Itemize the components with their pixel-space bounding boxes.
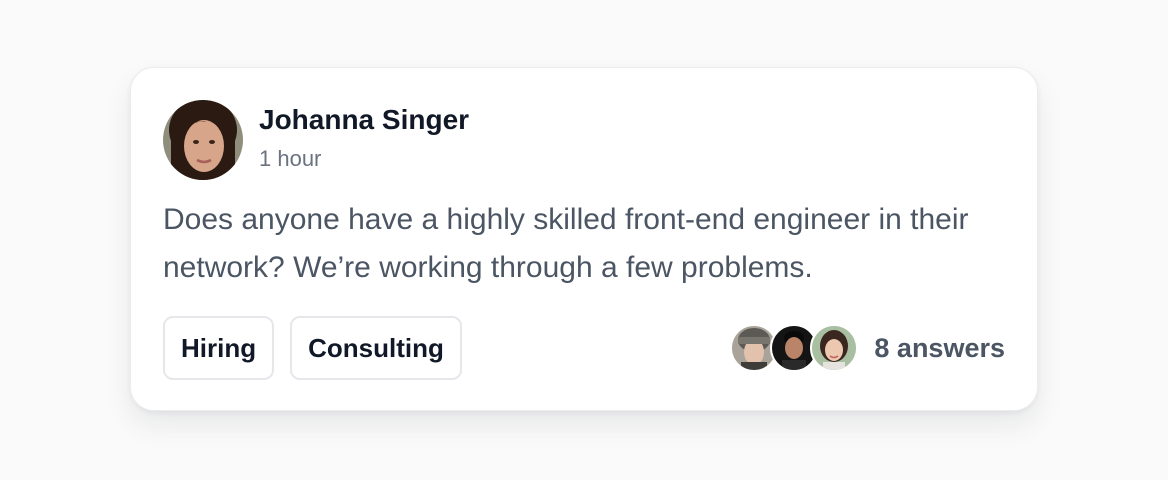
responder-avatar-3-icon [812,326,857,370]
post-card: Johanna Singer 1 hour Does anyone have a… [130,67,1038,411]
tag-consulting[interactable]: Consulting [290,316,462,380]
author-avatar-icon [163,100,243,180]
answers-link[interactable]: 8 answers [730,324,1005,372]
responder-avatar-stack [730,324,859,372]
tag-list: Hiring Consulting [163,316,462,380]
post-body-text: Does anyone have a highly skilled front-… [163,203,969,284]
answer-count[interactable]: 8 answers [874,333,1005,364]
responder-avatar [810,324,859,372]
author-name[interactable]: Johanna Singer [259,104,469,136]
tag-hiring[interactable]: Hiring [163,316,275,380]
post-timestamp: 1 hour [259,146,322,171]
author-avatar[interactable] [163,100,243,180]
